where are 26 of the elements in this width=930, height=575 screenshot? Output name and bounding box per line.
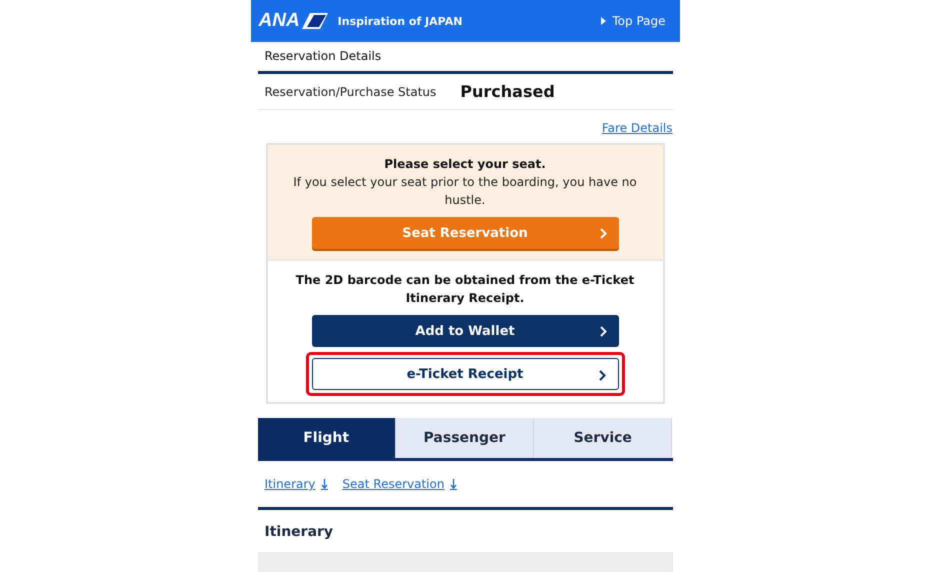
anchor-link[interactable]: Seat Reservation: [342, 477, 444, 491]
itinerary-heading: Itinerary: [264, 523, 334, 542]
status-value: Purchased: [460, 82, 555, 101]
section-title: Reservation Details: [258, 42, 672, 74]
tab[interactable]: Service: [534, 418, 672, 458]
anchor-link[interactable]: Itinerary: [264, 477, 316, 491]
notice-title: Please select your seat.: [384, 156, 546, 173]
wallet-button[interactable]: Add to Wallet: [312, 315, 618, 347]
triangle-right-icon: [601, 17, 606, 25]
notice-text: If you select your seat prior to the boarding, you have no hustle.: [292, 174, 638, 209]
down-arrow-icon: [321, 478, 328, 490]
down-arrow-icon: [450, 478, 458, 490]
chevron-right-icon: [600, 326, 606, 337]
chevron-right-icon: [598, 370, 606, 381]
seat-reservation-button[interactable]: Seat Reservation: [312, 217, 618, 249]
e-ticket-button[interactable]: e-Ticket Receipt: [312, 358, 618, 390]
tagline: Inspiration of JAPAN: [338, 14, 464, 28]
barcode-notice: The 2D barcode can be obtained from the e-Ticket Itinerary Receipt.: [294, 272, 636, 307]
chevron-right-icon: [600, 228, 606, 239]
top-page-link[interactable]: Top Page: [601, 14, 666, 28]
airline-logo[interactable]: ANA: [258, 10, 328, 32]
tab[interactable]: Flight: [258, 418, 396, 458]
tab[interactable]: Passenger: [396, 418, 534, 458]
stripes-icon: [302, 13, 328, 29]
fare-details-link[interactable]: Fare Details: [602, 121, 672, 135]
status-label: Reservation/Purchase Status: [264, 84, 436, 98]
